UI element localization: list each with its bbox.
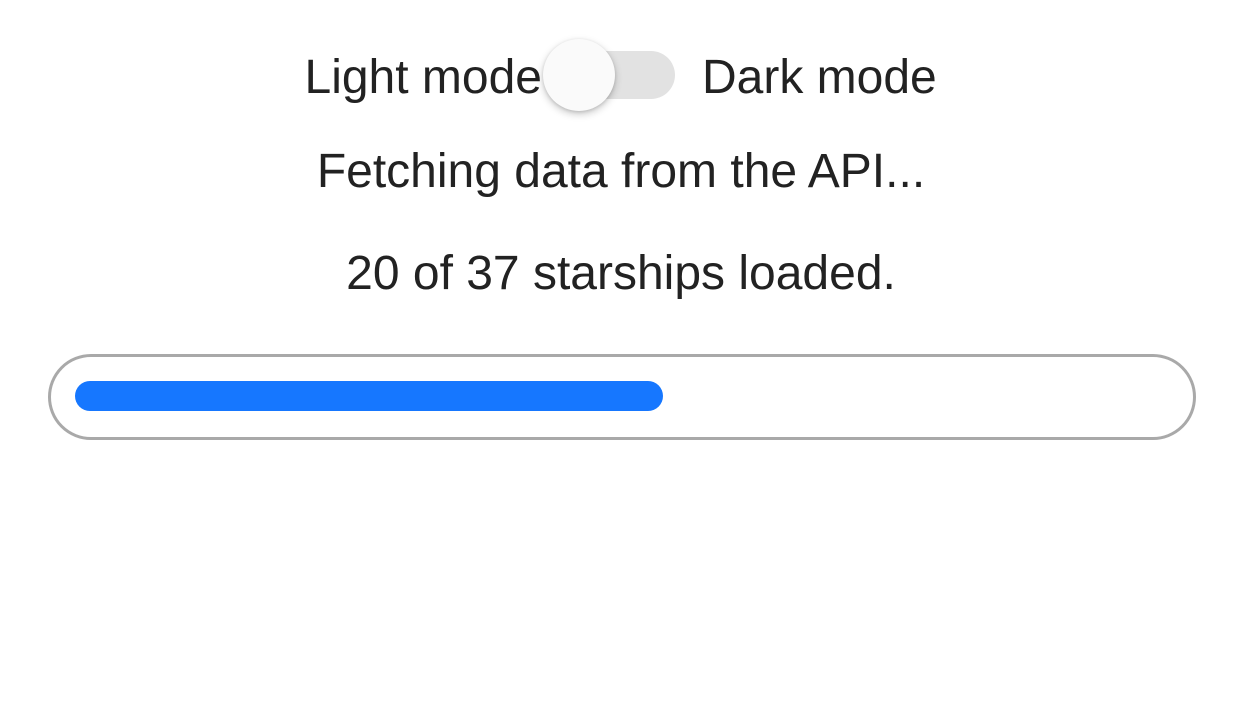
dark-mode-label: Dark mode bbox=[702, 51, 937, 104]
toggle-thumb[interactable] bbox=[543, 39, 615, 111]
progress-bar bbox=[48, 354, 1196, 440]
fetching-status-text: Fetching data from the API... bbox=[316, 145, 926, 198]
page: Light mode Dark mode Fetching data from … bbox=[0, 0, 1242, 720]
loaded-count-text: 20 of 37 starships loaded. bbox=[346, 247, 896, 300]
progress-bar-fill bbox=[75, 381, 663, 411]
theme-toggle-switch[interactable] bbox=[543, 38, 675, 111]
light-mode-label: Light mode bbox=[304, 51, 543, 104]
theme-switch-row: Light mode Dark mode bbox=[0, 38, 1242, 111]
